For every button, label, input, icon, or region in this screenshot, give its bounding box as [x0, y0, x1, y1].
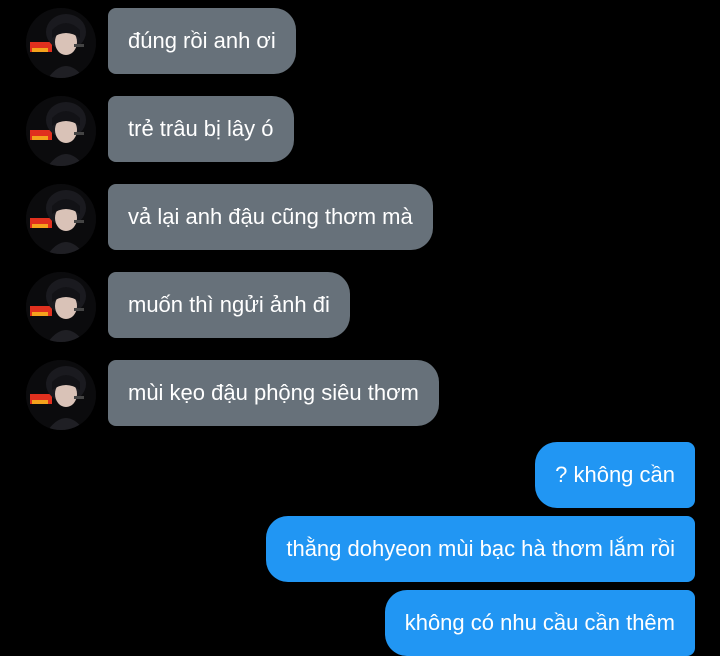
message-bubble-incoming[interactable]: muốn thì ngửi ảnh đi [108, 272, 350, 338]
avatar[interactable] [26, 184, 96, 254]
message-bubble-outgoing[interactable]: ? không cần [535, 442, 695, 508]
avatar[interactable] [26, 8, 96, 78]
avatar[interactable] [26, 360, 96, 430]
message-bubble-incoming[interactable]: đúng rồi anh ơi [108, 8, 296, 74]
message-bubble-outgoing[interactable]: thằng dohyeon mùi bạc hà thơm lắm rồi [266, 516, 695, 582]
avatar-photo-icon [26, 360, 96, 430]
avatar-photo-icon [26, 184, 96, 254]
avatar[interactable] [26, 272, 96, 342]
avatar-photo-icon [26, 8, 96, 78]
avatar-photo-icon [26, 96, 96, 166]
avatar[interactable] [26, 96, 96, 166]
message-bubble-incoming[interactable]: trẻ trâu bị lây ó [108, 96, 294, 162]
message-bubble-incoming[interactable]: vả lại anh đậu cũng thơm mà [108, 184, 433, 250]
message-bubble-outgoing[interactable]: không có nhu cầu cần thêm [384, 590, 695, 656]
avatar-photo-icon [26, 272, 96, 342]
message-bubble-incoming[interactable]: mùi kẹo đậu phộng siêu thơm [108, 360, 439, 426]
